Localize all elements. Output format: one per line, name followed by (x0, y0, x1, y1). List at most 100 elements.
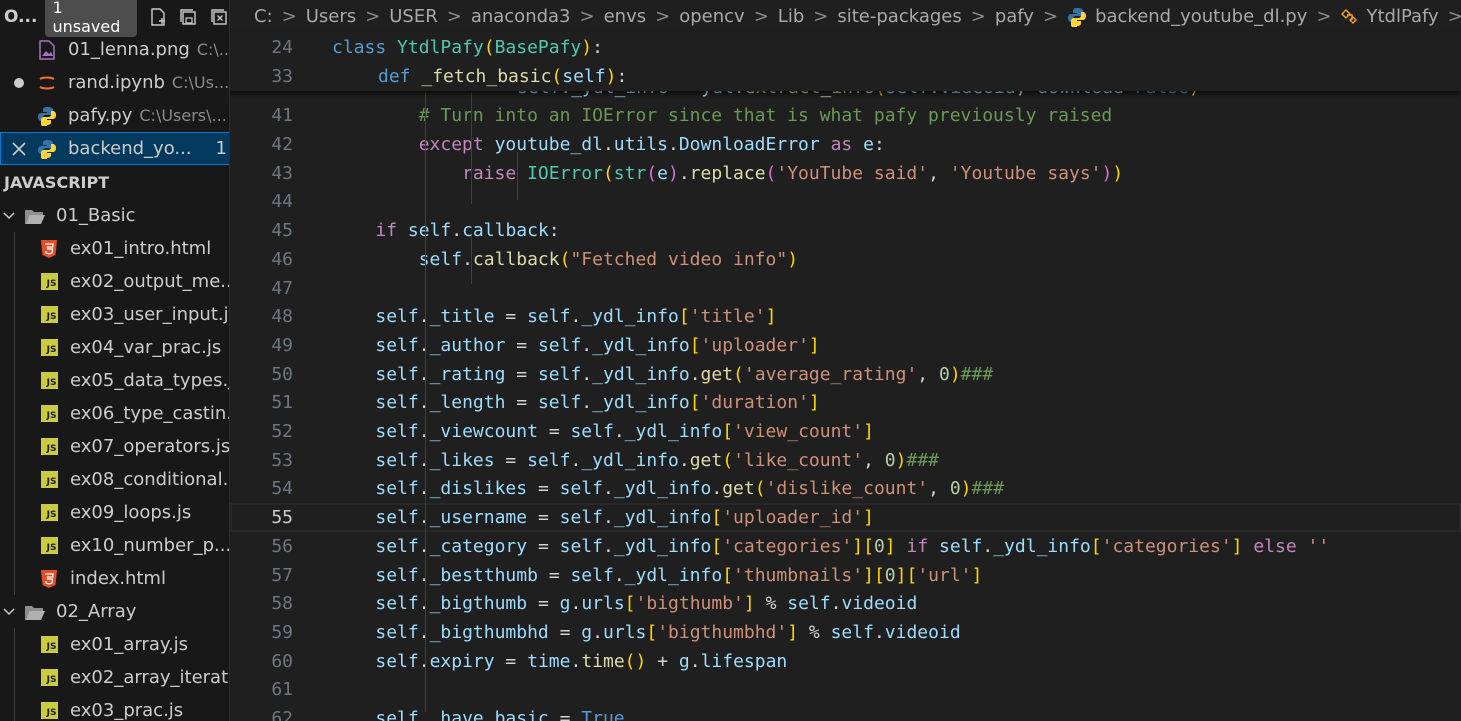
file-name: ex01_array.js (70, 634, 189, 655)
breadcrumb-segment[interactable]: pafy (995, 6, 1034, 27)
code-line[interactable]: 43 raise IOError(str(e).replace('YouTube… (230, 159, 1461, 188)
breadcrumb-segment[interactable]: opencv (679, 6, 744, 27)
indent-guide (471, 236, 472, 284)
code-line[interactable]: 54 self._dislikes = self._ydl_info.get('… (230, 475, 1461, 504)
file-name: ex02_array_iterat... (70, 667, 230, 688)
file-item[interactable]: JS ex03_user_input.js (0, 298, 229, 331)
code-line[interactable]: 50 self._rating = self._ydl_info.get('av… (230, 360, 1461, 389)
code-text: self._viewcount = self._ydl_info['view_c… (375, 421, 874, 443)
breadcrumb-class[interactable]: YtdlPafy (1340, 6, 1439, 27)
line-number: 60 (271, 650, 293, 672)
file-item[interactable]: JS ex06_type_castin... (0, 397, 230, 430)
code-line[interactable]: 47 (230, 274, 1461, 303)
folder-name: 02_Array (56, 601, 137, 622)
chevron-down-icon (2, 605, 20, 619)
python-icon (36, 138, 58, 160)
breadcrumb-segment[interactable]: C: (254, 6, 273, 27)
javascript-icon: JS (38, 535, 60, 557)
open-editor-item[interactable]: 01_lenna.png C:\... (0, 33, 229, 66)
code-line[interactable]: 61 (230, 676, 1461, 705)
code-text: self._username = self._ydl_info['uploade… (375, 507, 874, 529)
line-number: 55 (271, 507, 293, 529)
close-icon[interactable] (12, 141, 28, 156)
code-line[interactable]: 48 self._title = self._ydl_info['title'] (230, 302, 1461, 331)
file-item[interactable]: JS ex04_var_prac.js (0, 331, 229, 364)
file-item[interactable]: JS ex03_prac.js (0, 694, 229, 721)
open-editor-path: C:\Users\... (139, 106, 227, 125)
code-line[interactable]: 51 self._length = self._ydl_info['durati… (230, 389, 1461, 418)
line-number: 61 (271, 679, 293, 701)
class-symbol-icon (1340, 8, 1360, 26)
breadcrumb-segment[interactable]: Lib (778, 6, 804, 27)
breadcrumb-label: opencv (679, 6, 745, 27)
javascript-icon: JS (38, 271, 60, 293)
save-all-icon[interactable] (178, 6, 199, 28)
breadcrumb-segment[interactable]: envs (604, 6, 647, 27)
sticky-line[interactable]: 24 class YtdlPafy(BasePafy): (230, 33, 1461, 62)
javascript-icon: JS (38, 337, 60, 359)
close-all-editors-icon[interactable] (208, 6, 229, 28)
file-item[interactable]: JS ex02_array_iterat... (0, 661, 230, 694)
sticky-scroll[interactable]: 24 class YtdlPafy(BasePafy): 33 def _fet… (230, 33, 1461, 91)
file-name: ex08_conditional... (70, 469, 230, 490)
open-editor-item-active[interactable]: backend_yo... 1 (0, 132, 229, 165)
folder-01-basic[interactable]: 01_Basic (0, 199, 229, 232)
breadcrumb-segment[interactable]: anaconda3 (471, 6, 571, 27)
code-line[interactable]: 42 except youtube_dl.utils.DownloadError… (230, 130, 1461, 159)
tree-indent-guide (14, 232, 15, 595)
file-item[interactable]: index.html (0, 562, 229, 595)
code-line[interactable]: 53 self._likes = self._ydl_info.get('lik… (230, 446, 1461, 475)
javascript-icon: JS (38, 370, 60, 392)
new-untitled-file-icon[interactable] (147, 6, 168, 28)
code-line[interactable]: 41 # Turn into an IOError since that is … (230, 102, 1461, 131)
javascript-icon: JS (38, 667, 60, 689)
code-line-current[interactable]: 55 self._username = self._ydl_info['uplo… (230, 503, 1461, 532)
file-item[interactable]: JS ex10_number_p... (0, 529, 229, 562)
file-item[interactable]: ex01_intro.html (0, 232, 229, 265)
file-item[interactable]: JS ex09_loops.js (0, 496, 229, 529)
code-line[interactable]: 45 if self.callback: (230, 216, 1461, 245)
open-editor-name: rand.ipynb (68, 72, 165, 93)
file-name: ex06_type_castin... (70, 403, 230, 424)
open-editor-item[interactable]: rand.ipynb C:\Us... (0, 66, 229, 99)
code-line[interactable]: 44 (230, 188, 1461, 217)
open-editor-item[interactable]: pafy.py C:\Users\... (0, 99, 229, 132)
code-line[interactable]: 60 self.expiry = time.time() + g.lifespa… (230, 647, 1461, 676)
breadcrumb-segment[interactable]: site-packages (837, 6, 961, 27)
code-editor[interactable]: C: > Users > USER > anaconda3 > envs > opencv > Lib >… (230, 0, 1461, 721)
file-item[interactable]: JS ex01_array.js (0, 628, 229, 661)
code-line[interactable]: 56 self._category = self._ydl_info['cate… (230, 532, 1461, 561)
open-editors-header[interactable]: O... 1 unsaved (0, 0, 229, 37)
line-number: 54 (271, 478, 293, 500)
image-icon (36, 39, 58, 61)
breadcrumb-file[interactable]: backend_youtube_dl.py (1067, 6, 1307, 27)
file-item[interactable]: JS ex08_conditional... (0, 463, 230, 496)
file-name: ex01_intro.html (70, 238, 212, 259)
code-line[interactable]: 52 self._viewcount = self._ydl_info['vie… (230, 417, 1461, 446)
file-item[interactable]: JS ex07_operators.js (0, 430, 229, 463)
file-name: index.html (70, 568, 166, 589)
code-line[interactable]: 58 self._bigthumb = g.urls['bigthumb'] %… (230, 589, 1461, 618)
sticky-line-code: def _fetch_basic(self): (378, 65, 628, 87)
open-editor-name: backend_yo... (68, 138, 192, 159)
code-line[interactable]: 59 self._bigthumbhd = g.urls['bigthumbhd… (230, 618, 1461, 647)
javascript-icon: JS (38, 469, 60, 491)
sticky-line[interactable]: 33 def _fetch_basic(self): (230, 62, 1461, 91)
code-text: self._have_basic = True (375, 708, 625, 721)
breadcrumb-label: Lib (777, 6, 805, 27)
code-line[interactable]: 49 self._author = self._ydl_info['upload… (230, 331, 1461, 360)
line-number: 42 (271, 134, 293, 156)
code-line[interactable]: 46 self.callback("Fetched video info") (230, 245, 1461, 274)
code-text: self._length = self._ydl_info['duration'… (375, 392, 820, 414)
folder-02-array[interactable]: 02_Array (0, 595, 229, 628)
line-number: 48 (271, 306, 293, 328)
code-line[interactable]: 62 self._have_basic = True (230, 704, 1461, 721)
workspace-section-header[interactable]: JAVASCRIPT (0, 166, 229, 199)
code-line[interactable]: 57 self._bestthumb = self._ydl_info['thu… (230, 561, 1461, 590)
breadcrumb-segment[interactable]: USER (389, 6, 437, 27)
breadcrumb-segment[interactable]: Users (306, 6, 356, 27)
notebook-icon (36, 72, 58, 94)
file-item[interactable]: JS ex05_data_types.js (0, 364, 229, 397)
code-text: self._bestthumb = self._ydl_info['thumbn… (375, 564, 983, 586)
file-item[interactable]: JS ex02_output_me... (0, 265, 229, 298)
